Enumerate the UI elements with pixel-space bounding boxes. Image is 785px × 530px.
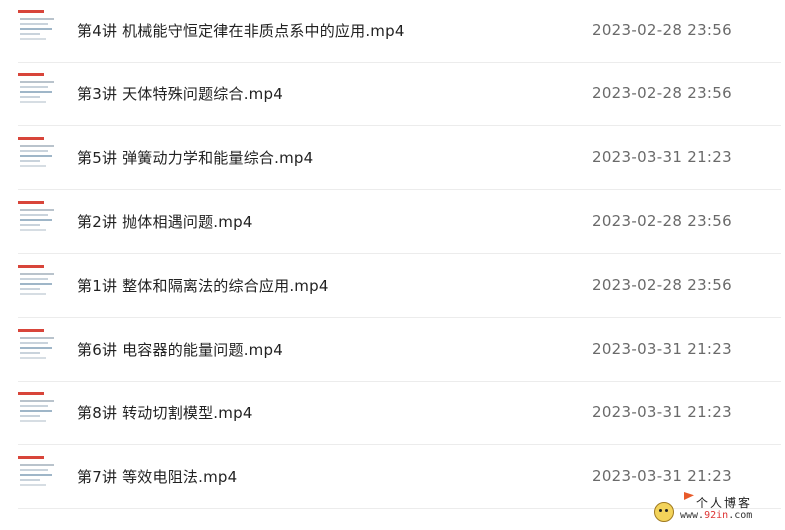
file-row[interactable]: 第5讲 弹簧动力学和能量综合.mp4 2023-03-31 21:23 (0, 127, 785, 190)
file-modified-date: 2023-02-28 23:56 (592, 276, 732, 294)
flag-icon (684, 492, 694, 500)
file-modified-date: 2023-03-31 21:23 (592, 148, 732, 166)
row-divider (18, 253, 781, 254)
video-thumbnail (18, 71, 58, 107)
file-name[interactable]: 第3讲 天体特殊问题综合.mp4 (77, 83, 283, 104)
file-name[interactable]: 第2讲 抛体相遇问题.mp4 (77, 211, 253, 232)
file-row[interactable]: 第8讲 转动切割模型.mp4 2023-03-31 21:23 (0, 382, 785, 445)
file-name[interactable]: 第8讲 转动切割模型.mp4 (77, 402, 253, 423)
video-thumbnail (18, 327, 58, 363)
file-row[interactable]: 第6讲 电容器的能量问题.mp4 2023-03-31 21:23 (0, 319, 785, 382)
row-divider (18, 444, 781, 445)
file-name[interactable]: 第7讲 等效电阻法.mp4 (77, 466, 237, 487)
file-modified-date: 2023-02-28 23:56 (592, 212, 732, 230)
file-modified-date: 2023-02-28 23:56 (592, 84, 732, 102)
row-divider (18, 189, 781, 190)
file-modified-date: 2023-03-31 21:23 (592, 403, 732, 421)
video-thumbnail (18, 135, 58, 171)
row-divider (18, 317, 781, 318)
file-modified-date: 2023-03-31 21:23 (592, 340, 732, 358)
file-name[interactable]: 第6讲 电容器的能量问题.mp4 (77, 339, 283, 360)
file-row[interactable]: 第3讲 天体特殊问题综合.mp4 2023-02-28 23:56 (0, 63, 785, 126)
file-row[interactable]: 第4讲 机械能守恒定律在非质点系中的应用.mp4 2023-02-28 23:5… (0, 0, 785, 63)
video-thumbnail (18, 390, 58, 426)
file-name[interactable]: 第5讲 弹簧动力学和能量综合.mp4 (77, 147, 313, 168)
watermark-url: www.92in.com (680, 510, 753, 521)
file-row[interactable]: 第2讲 抛体相遇问题.mp4 2023-02-28 23:56 (0, 191, 785, 254)
video-thumbnail (18, 263, 58, 299)
file-name[interactable]: 第1讲 整体和隔离法的综合应用.mp4 (77, 275, 329, 296)
file-name[interactable]: 第4讲 机械能守恒定律在非质点系中的应用.mp4 (77, 20, 405, 41)
file-list: 第4讲 机械能守恒定律在非质点系中的应用.mp4 2023-02-28 23:5… (0, 0, 785, 530)
row-divider (18, 125, 781, 126)
video-thumbnail (18, 199, 58, 235)
video-thumbnail (18, 8, 58, 44)
video-thumbnail (18, 454, 58, 490)
site-watermark: 个人博客 www.92in.com (652, 492, 778, 526)
file-modified-date: 2023-03-31 21:23 (592, 467, 732, 485)
watermark-title: 个人博客 (696, 496, 753, 510)
file-modified-date: 2023-02-28 23:56 (592, 21, 732, 39)
file-row[interactable]: 第1讲 整体和隔离法的综合应用.mp4 2023-02-28 23:56 (0, 255, 785, 318)
mascot-icon (654, 502, 674, 522)
